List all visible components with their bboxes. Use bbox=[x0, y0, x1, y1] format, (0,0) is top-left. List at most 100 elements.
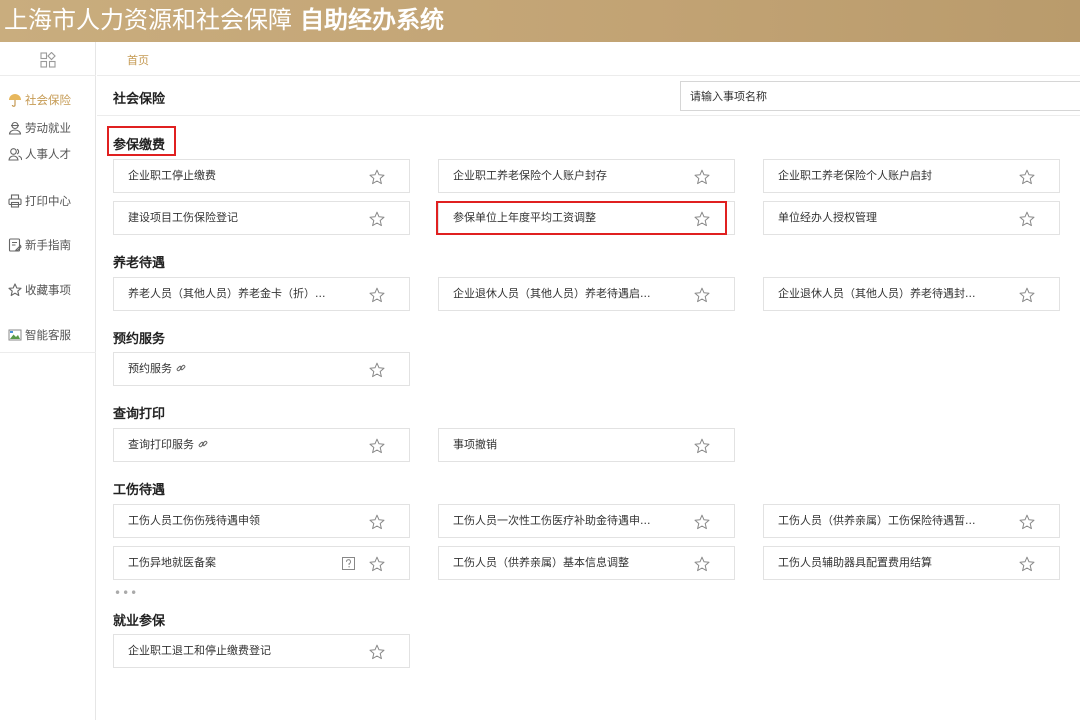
sidebar-item-label: 社会保险 bbox=[25, 93, 71, 107]
sidebar-item-label: 收藏事项 bbox=[25, 283, 71, 297]
sidebar-item-label: 劳动就业 bbox=[25, 121, 71, 135]
search-input[interactable] bbox=[680, 81, 1080, 111]
service-card[interactable]: 企业退休人员（其他人员）养老待遇启... bbox=[438, 277, 735, 311]
link-icon bbox=[198, 440, 208, 448]
sidebar: 社会保险 劳动就业 人事人才 打印中心 新手指南 收藏事项 智能客服 bbox=[0, 42, 96, 720]
service-card[interactable]: 企业职工停止缴费 bbox=[113, 159, 410, 193]
sidebar-item-label: 人事人才 bbox=[25, 147, 71, 161]
sidebar-divider bbox=[0, 352, 96, 353]
favorite-star-icon[interactable] bbox=[369, 211, 385, 227]
sidebar-item-label: 打印中心 bbox=[25, 194, 71, 208]
service-card[interactable]: 企业职工退工和停止缴费登记 bbox=[113, 634, 410, 668]
service-card[interactable]: 参保单位上年度平均工资调整 bbox=[438, 201, 735, 235]
service-card[interactable]: 企业职工养老保险个人账户封存 bbox=[438, 159, 735, 193]
highlight-box bbox=[107, 126, 176, 156]
service-card[interactable]: 企业退休人员（其他人员）养老待遇封... bbox=[763, 277, 1060, 311]
star-icon bbox=[8, 283, 22, 297]
section-header: 社会保险 bbox=[97, 76, 1080, 116]
favorite-star-icon[interactable] bbox=[369, 438, 385, 454]
service-card-label: 单位经办人授权管理 bbox=[778, 211, 877, 224]
breadcrumb: 首页 bbox=[97, 42, 1080, 76]
service-card-label: 预约服务 bbox=[128, 353, 186, 385]
sidebar-item-smart-service[interactable]: 智能客服 bbox=[8, 324, 94, 346]
favorite-star-icon[interactable] bbox=[694, 287, 710, 303]
service-card-label: 建设项目工伤保险登记 bbox=[128, 211, 238, 224]
service-card[interactable]: 单位经办人授权管理 bbox=[763, 201, 1060, 235]
group-title-employment-insurance: 就业参保 bbox=[113, 614, 166, 629]
service-card[interactable]: 工伤人员（供养亲属）工伤保险待遇暂... bbox=[763, 504, 1060, 538]
service-card-label: 企业职工退工和停止缴费登记 bbox=[128, 644, 271, 657]
service-card-label: 养老人员（其他人员）养老金卡（折）... bbox=[128, 287, 326, 300]
sidebar-item-beginner-guide[interactable]: 新手指南 bbox=[8, 234, 94, 256]
favorite-star-icon[interactable] bbox=[369, 556, 385, 572]
chat-icon bbox=[8, 329, 22, 341]
favorite-star-icon[interactable] bbox=[694, 211, 710, 227]
menu-grid-icon[interactable] bbox=[40, 52, 56, 68]
service-card-label: 企业职工养老保险个人账户启封 bbox=[778, 169, 932, 182]
service-card-label: 工伤人员（供养亲属）工伤保险待遇暂... bbox=[778, 514, 976, 527]
sidebar-item-social-insurance[interactable]: 社会保险 bbox=[8, 89, 94, 111]
service-card[interactable]: 建设项目工伤保险登记 bbox=[113, 201, 410, 235]
favorite-star-icon[interactable] bbox=[369, 644, 385, 660]
service-card[interactable]: 企业职工养老保险个人账户启封 bbox=[763, 159, 1060, 193]
service-card-label: 企业职工养老保险个人账户封存 bbox=[453, 169, 607, 182]
service-card-label: 参保单位上年度平均工资调整 bbox=[453, 211, 596, 224]
service-card[interactable]: 工伤异地就医备案 bbox=[113, 546, 410, 580]
service-card[interactable]: 工伤人员（供养亲属）基本信息调整 bbox=[438, 546, 735, 580]
service-card-label: 查询打印服务 bbox=[128, 429, 208, 461]
sidebar-divider bbox=[0, 75, 96, 76]
favorite-star-icon[interactable] bbox=[369, 514, 385, 530]
service-card-label: 工伤人员（供养亲属）基本信息调整 bbox=[453, 556, 629, 569]
service-card[interactable]: 预约服务 bbox=[113, 352, 410, 386]
favorite-star-icon[interactable] bbox=[369, 169, 385, 185]
sidebar-item-personnel[interactable]: 人事人才 bbox=[8, 143, 94, 165]
service-card-label: 工伤人员工伤伤残待遇申领 bbox=[128, 514, 260, 527]
section-title: 社会保险 bbox=[113, 92, 166, 107]
sidebar-item-favorites[interactable]: 收藏事项 bbox=[8, 279, 94, 301]
service-card-label: 工伤人员一次性工伤医疗补助金待遇申... bbox=[453, 514, 651, 527]
people-icon bbox=[8, 148, 22, 161]
umbrella-icon bbox=[9, 94, 21, 107]
favorite-star-icon[interactable] bbox=[694, 556, 710, 572]
service-card-label: 事项撤销 bbox=[453, 438, 497, 451]
group-title-query-print: 查询打印 bbox=[113, 407, 166, 422]
favorite-star-icon[interactable] bbox=[369, 362, 385, 378]
service-card[interactable]: 工伤人员一次性工伤医疗补助金待遇申... bbox=[438, 504, 735, 538]
sidebar-item-label: 智能客服 bbox=[25, 328, 71, 342]
favorite-star-icon[interactable] bbox=[694, 514, 710, 530]
app-title-prefix: 上海市人力资源和社会保障 bbox=[4, 6, 292, 34]
service-card-label: 工伤人员辅助器具配置费用结算 bbox=[778, 556, 932, 569]
link-icon bbox=[176, 364, 186, 372]
guide-icon bbox=[8, 238, 22, 252]
more-ellipsis: ••• bbox=[114, 586, 139, 600]
favorite-star-icon[interactable] bbox=[369, 287, 385, 303]
favorite-star-icon[interactable] bbox=[1019, 556, 1035, 572]
printer-icon bbox=[8, 194, 22, 208]
service-card-label: 工伤异地就医备案 bbox=[128, 556, 216, 569]
sidebar-item-employment[interactable]: 劳动就业 bbox=[8, 117, 94, 139]
app-title: 上海市人力资源和社会保障 自助经办系统 bbox=[4, 2, 444, 38]
service-card[interactable]: 工伤人员辅助器具配置费用结算 bbox=[763, 546, 1060, 580]
group-title-appointment: 预约服务 bbox=[113, 332, 166, 347]
service-card[interactable]: 查询打印服务 bbox=[113, 428, 410, 462]
sidebar-item-label: 新手指南 bbox=[25, 238, 71, 252]
service-card[interactable]: 工伤人员工伤伤残待遇申领 bbox=[113, 504, 410, 538]
help-icon[interactable] bbox=[342, 557, 355, 570]
breadcrumb-home-link[interactable]: 首页 bbox=[127, 52, 149, 68]
service-card-label: 企业职工停止缴费 bbox=[128, 169, 216, 182]
top-header: 上海市人力资源和社会保障 自助经办系统 bbox=[0, 0, 1080, 42]
favorite-star-icon[interactable] bbox=[694, 438, 710, 454]
service-card-label: 企业退休人员（其他人员）养老待遇封... bbox=[778, 287, 976, 300]
service-card[interactable]: 养老人员（其他人员）养老金卡（折）... bbox=[113, 277, 410, 311]
service-card[interactable]: 事项撤销 bbox=[438, 428, 735, 462]
favorite-star-icon[interactable] bbox=[1019, 514, 1035, 530]
favorite-star-icon[interactable] bbox=[1019, 169, 1035, 185]
worker-icon bbox=[8, 121, 22, 135]
service-card-label: 企业退休人员（其他人员）养老待遇启... bbox=[453, 287, 651, 300]
group-title-pension: 养老待遇 bbox=[113, 256, 166, 271]
favorite-star-icon[interactable] bbox=[1019, 211, 1035, 227]
favorite-star-icon[interactable] bbox=[1019, 287, 1035, 303]
group-title-work-injury: 工伤待遇 bbox=[113, 483, 166, 498]
favorite-star-icon[interactable] bbox=[694, 169, 710, 185]
sidebar-item-print-center[interactable]: 打印中心 bbox=[8, 190, 94, 212]
